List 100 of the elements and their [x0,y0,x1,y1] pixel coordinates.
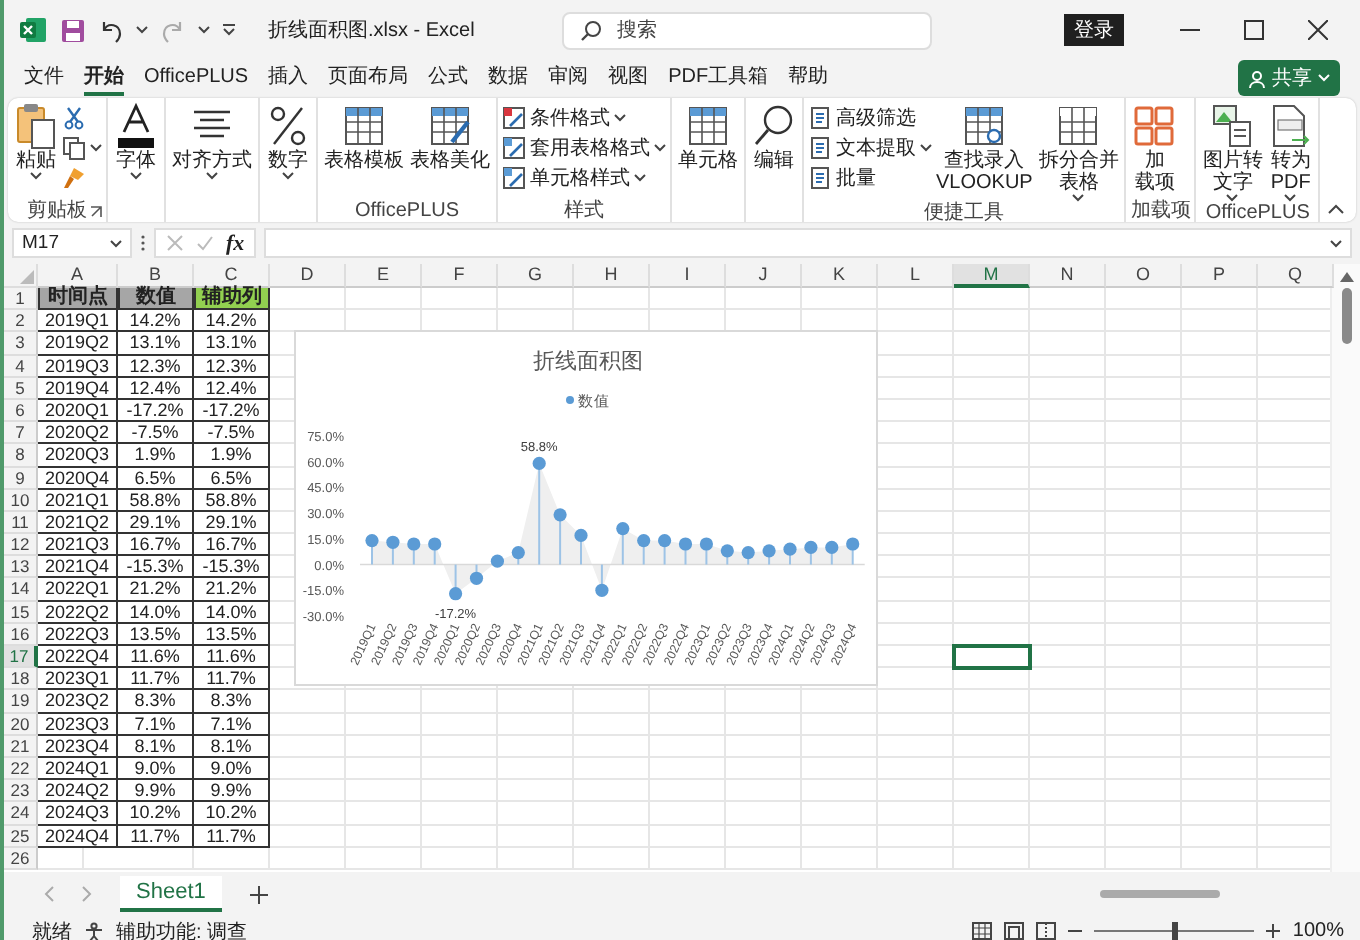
row-header[interactable]: 4 [4,355,38,378]
column-header[interactable]: A [38,264,118,288]
ribbon-button[interactable]: 条件格式 [502,104,626,130]
column-header[interactable]: P [1182,264,1258,288]
menu-tab[interactable]: 页面布局 [328,60,409,96]
row-header[interactable]: 7 [4,422,38,445]
row-header[interactable]: 24 [4,802,38,825]
row-header[interactable]: 18 [4,668,38,691]
ribbon-button[interactable]: 查找录入 VLOOKUP [934,102,1035,194]
ribbon-button[interactable]: 数字 [264,102,312,180]
row-header[interactable]: 25 [4,825,38,848]
scrollbar-thumb[interactable] [1100,890,1220,898]
icon-button[interactable] [62,164,86,190]
zoom-in-icon[interactable] [1266,924,1281,938]
selected-cell[interactable] [954,646,1030,669]
row-header[interactable]: 14 [4,578,38,602]
ribbon-button[interactable]: 拆分合并 表格 [1036,102,1121,202]
icon-button[interactable] [62,104,86,130]
row-header[interactable]: 12 [4,534,38,557]
row-header[interactable]: 6 [4,399,38,423]
ribbon-button[interactable]: 批量 [808,164,876,190]
name-box[interactable]: M17 [12,228,132,258]
ribbon-button[interactable]: 图片转 文字 [1200,102,1265,202]
column-header[interactable]: Q [1258,264,1334,288]
menu-tab[interactable]: 公式 [428,60,469,96]
menu-tab[interactable]: OfficePLUS [144,63,249,93]
menu-tab[interactable]: 数据 [488,60,529,96]
menu-tab[interactable]: 帮助 [788,60,829,96]
scrollbar-thumb[interactable] [1341,288,1351,344]
column-header[interactable]: F [422,264,498,288]
add-sheet-icon[interactable] [249,885,268,903]
menu-tab[interactable]: PDF工具箱 [668,60,769,96]
accessibility-status[interactable]: 辅助功能: 调查 [116,917,248,940]
column-header[interactable]: J [726,264,802,288]
ribbon-button[interactable]: 对齐方式 [170,102,254,180]
row-header[interactable]: 9 [4,467,38,490]
row-header[interactable]: 15 [4,601,38,624]
ribbon-button[interactable]: 加 载项 [1130,102,1179,194]
menu-tab[interactable]: 插入 [268,60,309,96]
column-header[interactable]: H [574,264,650,288]
customize-caret-icon[interactable] [222,24,236,36]
zoom-out-icon[interactable] [1068,924,1083,938]
ribbon-button[interactable]: 粘贴 [12,102,60,180]
row-header[interactable]: 20 [4,713,38,736]
ribbon-button[interactable]: 表格美化 [408,102,492,172]
chart[interactable] [294,330,878,686]
zoom-level[interactable]: 100% [1292,920,1344,940]
dialog-launcher-icon[interactable] [90,206,102,218]
row-header[interactable]: 1 [4,288,38,311]
ribbon-button[interactable]: 编辑 [750,102,798,172]
column-header[interactable]: E [346,264,422,288]
page-break-icon[interactable] [1036,922,1057,940]
column-header[interactable]: B [118,264,194,288]
column-header[interactable]: O [1106,264,1182,288]
column-header[interactable]: N [1030,264,1106,288]
menu-tab[interactable]: 视图 [608,60,649,96]
page-layout-icon[interactable] [1004,922,1025,940]
column-header[interactable]: L [878,264,954,288]
formula-input[interactable] [264,228,1352,258]
insert-function-button[interactable]: fx [226,231,245,255]
row-header[interactable]: 2 [4,310,38,333]
row-header[interactable]: 23 [4,780,38,803]
maximize-icon[interactable] [1244,20,1264,40]
row-header[interactable]: 19 [4,690,38,714]
column-header[interactable]: M [954,264,1030,288]
row-header[interactable]: 11 [4,511,38,535]
search-field[interactable]: 搜索 [562,11,933,49]
ribbon-button[interactable]: 高级筛选 [808,104,916,130]
ribbon-button[interactable]: 套用表格格式 [502,134,666,160]
row-header[interactable]: 16 [4,623,38,646]
row-header[interactable]: 26 [4,847,38,870]
share-button[interactable]: 共享 [1238,60,1340,96]
ribbon-button[interactable]: 单元格样式 [502,164,646,190]
icon-button[interactable] [62,134,102,160]
scroll-up-icon[interactable] [1339,272,1353,282]
ribbon-button[interactable]: 表格模板 [322,102,406,172]
close-icon[interactable] [1308,20,1328,40]
ribbon-button[interactable]: 文本提取 [808,134,932,160]
vertical-scrollbar[interactable] [1330,264,1360,872]
more-icon[interactable] [140,234,146,252]
menu-tab[interactable]: 审阅 [548,60,589,96]
undo-icon[interactable] [98,17,124,43]
row-header[interactable]: 22 [4,757,38,781]
row-header[interactable]: 17 [4,646,38,669]
save-icon[interactable] [60,17,86,43]
accessibility-icon[interactable] [84,921,104,940]
row-header[interactable]: 3 [4,332,38,356]
collapse-ribbon-icon[interactable] [1328,204,1344,214]
column-header[interactable]: I [650,264,726,288]
column-header[interactable]: G [498,264,574,288]
row-header[interactable]: 10 [4,489,38,512]
row-header[interactable]: 13 [4,556,38,579]
ribbon-button[interactable]: 转为 PDF [1266,102,1315,202]
sheet-tab[interactable]: Sheet1 [120,876,222,912]
ribbon-button[interactable]: 单元格 [676,102,740,172]
row-header[interactable]: 8 [4,444,38,467]
login-button[interactable]: 登录 [1064,14,1124,46]
column-header[interactable]: D [270,264,346,288]
normal-view-icon[interactable] [972,922,993,940]
row-header[interactable]: 5 [4,377,38,400]
